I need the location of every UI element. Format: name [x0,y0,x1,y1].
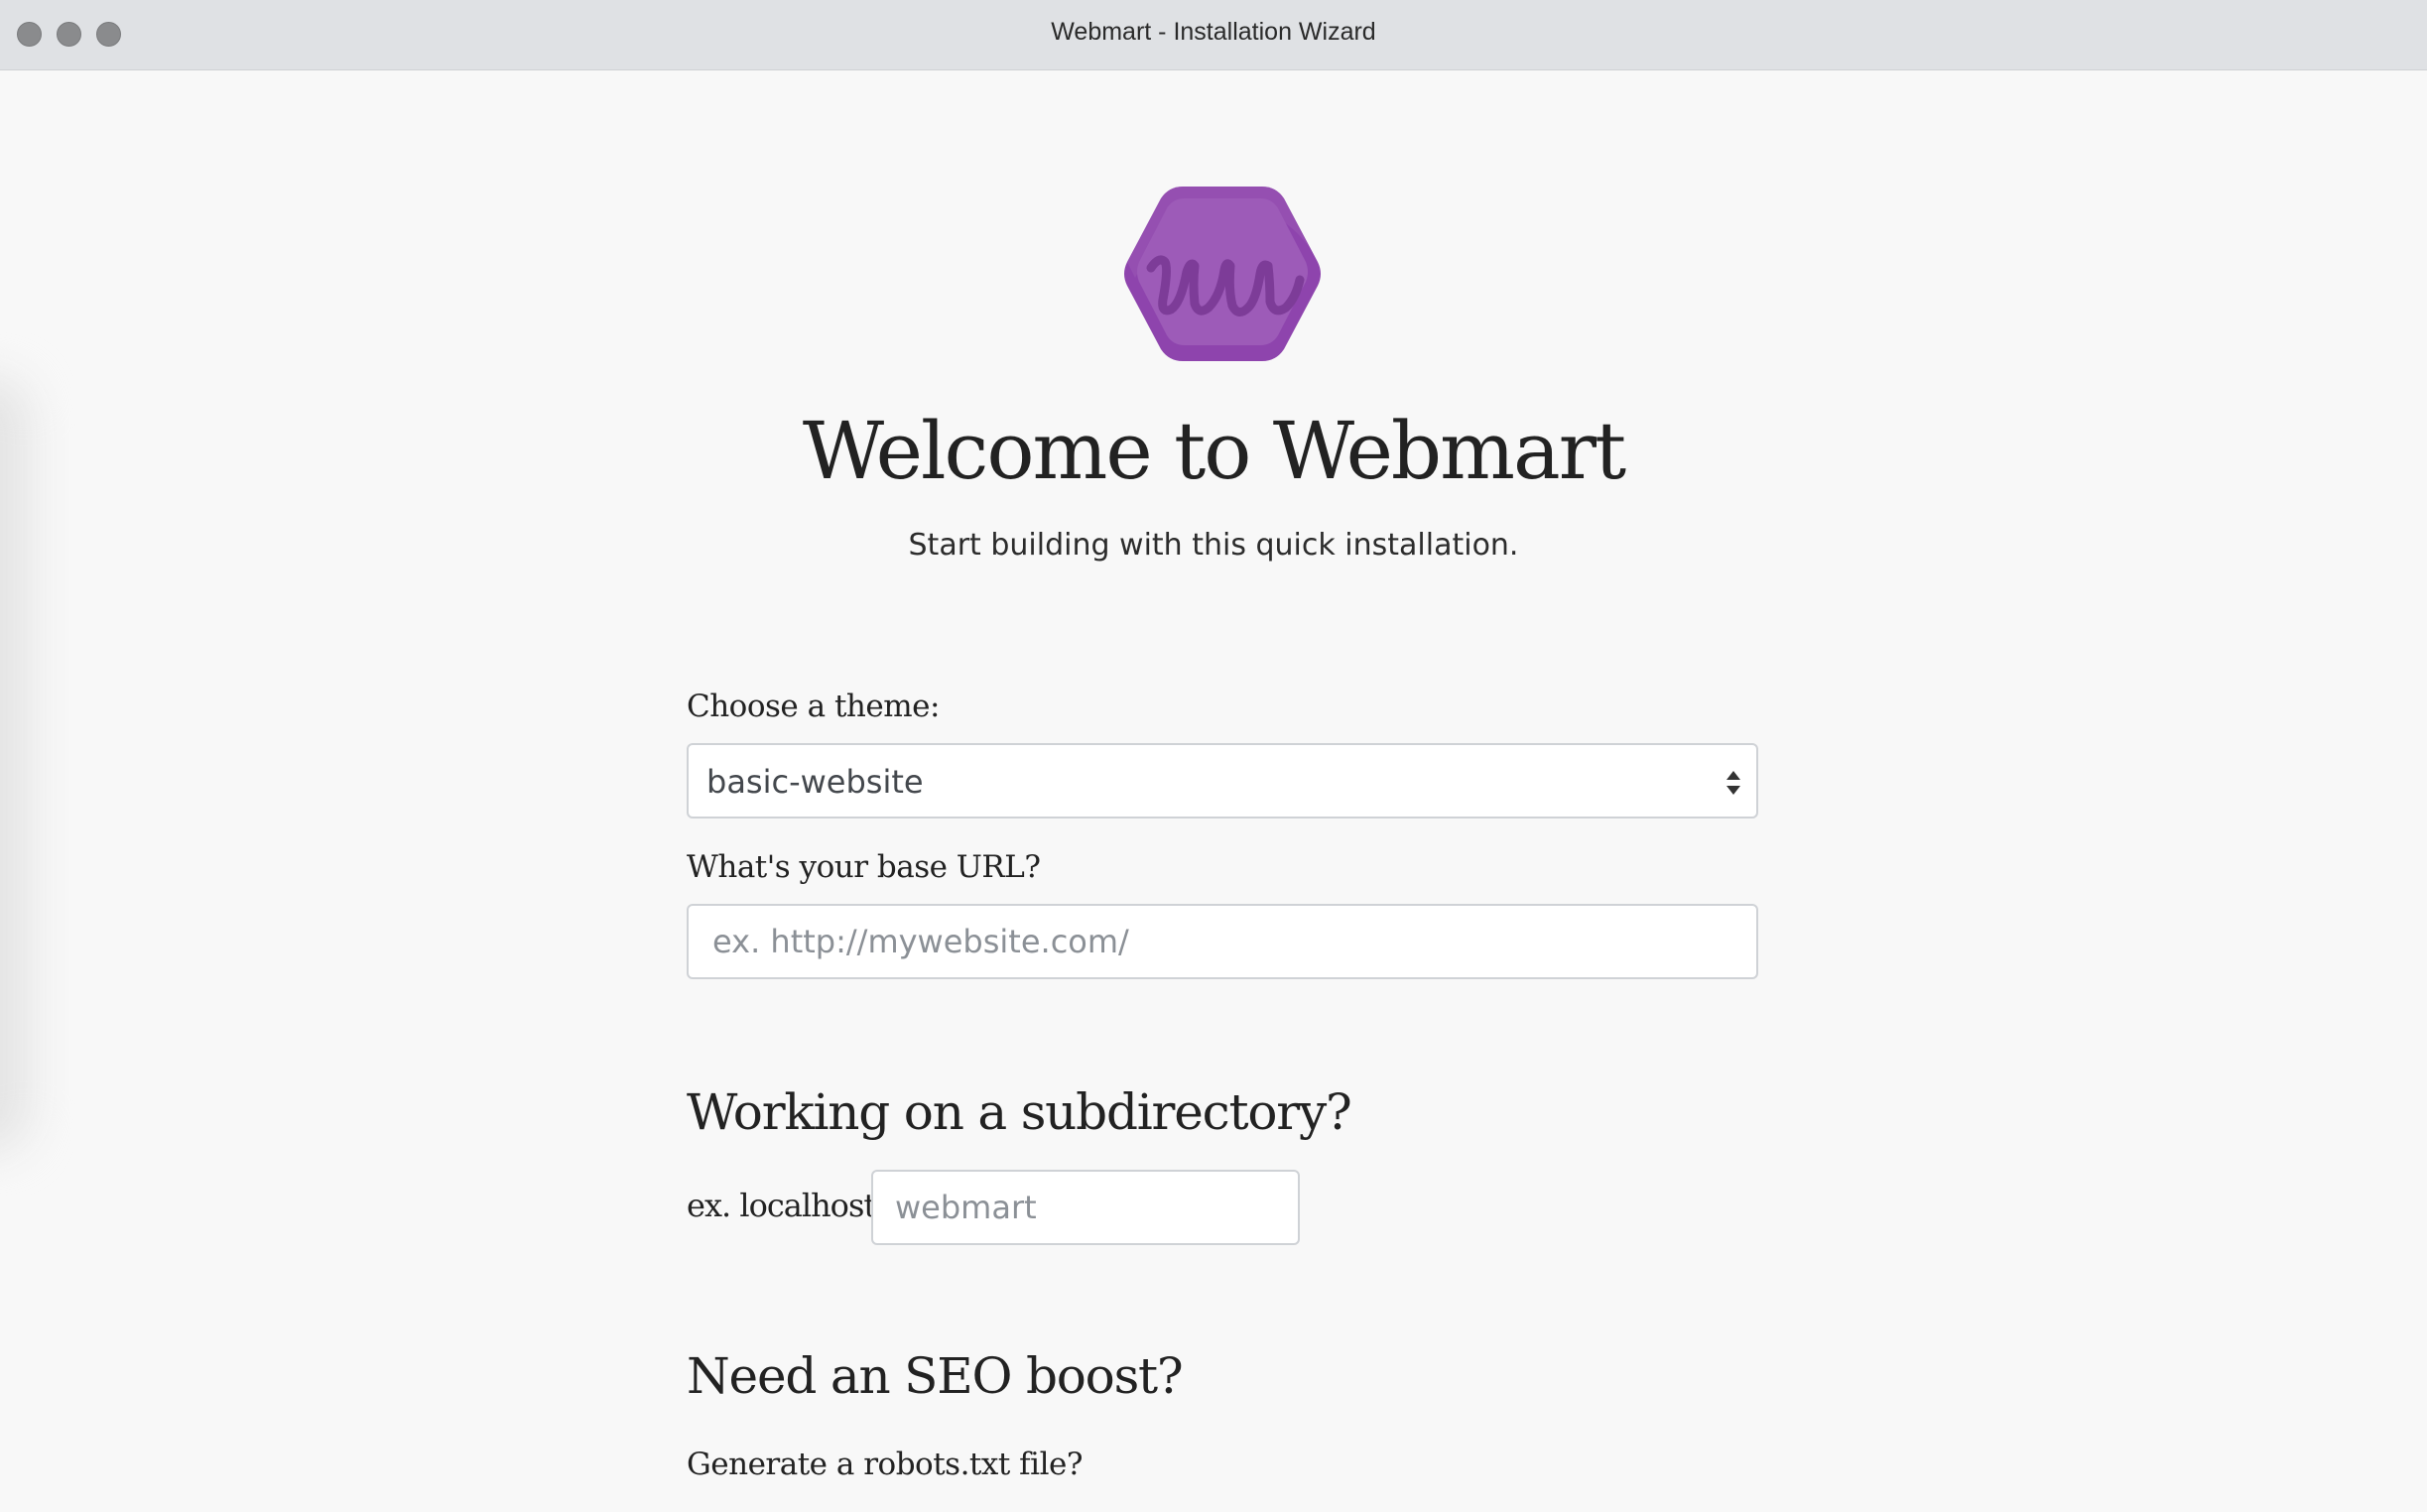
theme-label: Choose a theme: [687,689,940,724]
window-title: Webmart - Installation Wizard [1051,18,1376,46]
page-subtitle: Start building with this quick installat… [908,528,1519,563]
app-window: Webmart - Installation Wizard Welcome to… [0,0,2427,1512]
webmart-logo-icon [1124,187,1321,361]
seo-heading: Need an SEO boost? [687,1347,1184,1405]
subdirectory-heading: Working on a subdirectory? [687,1083,1352,1141]
title-bar: Webmart - Installation Wizard [0,0,2427,70]
base-url-label: What's your base URL? [687,849,1041,885]
select-arrows-icon [1726,771,1740,795]
theme-select-value: basic-website [706,763,924,801]
subdirectory-prefix-label: ex. localhost/ [687,1187,886,1224]
robots-label: Generate a robots.txt file? [687,1447,1083,1482]
theme-select[interactable]: basic-website [687,743,1758,819]
subdirectory-input[interactable] [871,1170,1300,1245]
base-url-input[interactable] [687,904,1758,979]
page-title: Welcome to Webmart [802,405,1626,497]
